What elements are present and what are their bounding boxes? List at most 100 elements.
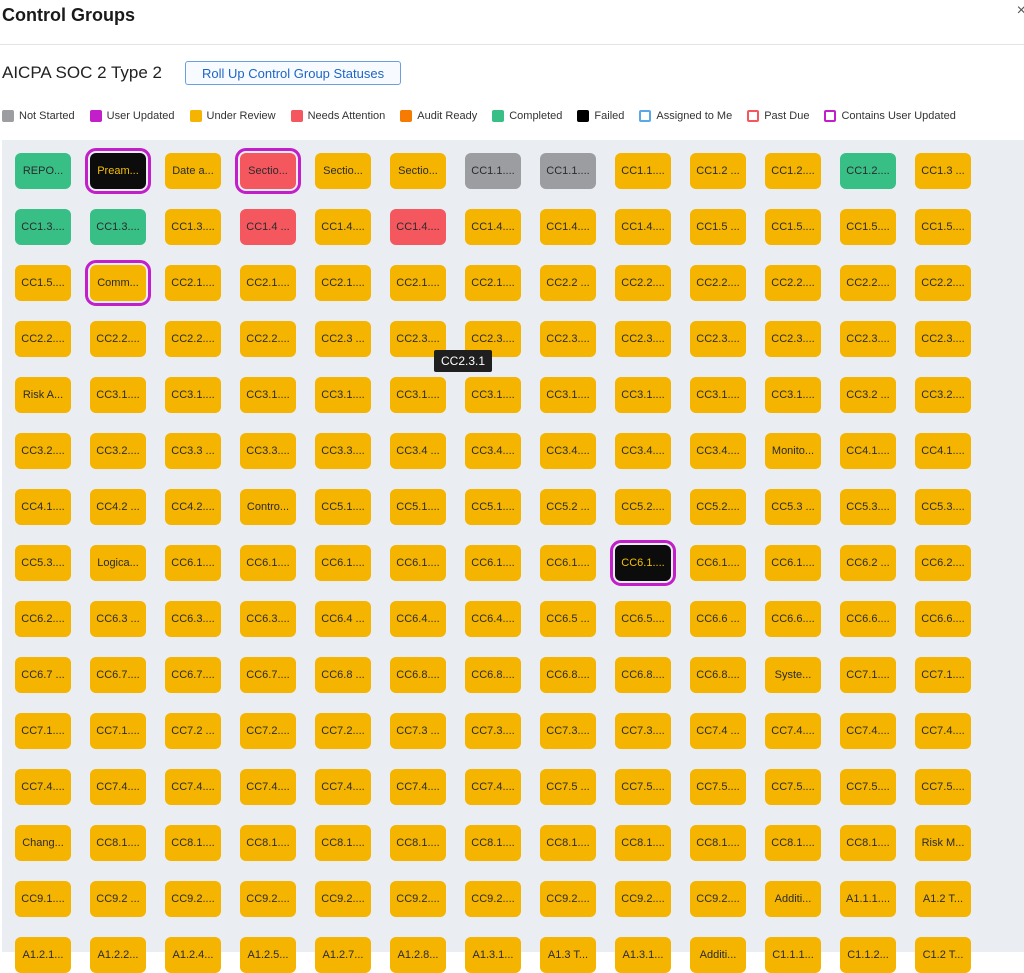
control-group-tile[interactable]: CC8.1....: [690, 825, 746, 861]
control-group-tile[interactable]: CC2.2....: [690, 265, 746, 301]
control-group-tile[interactable]: CC1.3 ...: [915, 153, 971, 189]
control-group-tile[interactable]: CC3.1....: [540, 377, 596, 413]
control-group-tile[interactable]: CC7.4....: [315, 769, 371, 805]
control-group-tile[interactable]: CC7.4....: [915, 713, 971, 749]
control-group-tile[interactable]: CC6.1....: [390, 545, 446, 581]
control-group-tile[interactable]: CC2.1....: [165, 265, 221, 301]
control-group-tile[interactable]: CC6.2 ...: [840, 545, 896, 581]
close-icon[interactable]: ×: [1017, 2, 1024, 20]
control-group-tile[interactable]: CC1.5....: [15, 265, 71, 301]
roll-up-statuses-button[interactable]: Roll Up Control Group Statuses: [185, 61, 402, 85]
control-group-tile[interactable]: Comm...: [85, 260, 151, 306]
control-group-tile[interactable]: Sectio...: [235, 148, 301, 194]
control-group-tile[interactable]: CC3.1....: [615, 377, 671, 413]
control-group-tile[interactable]: CC3.1....: [240, 377, 296, 413]
control-group-tile[interactable]: CC2.2....: [915, 265, 971, 301]
control-group-tile[interactable]: CC3.1....: [315, 377, 371, 413]
control-group-tile[interactable]: A1.2.5...: [240, 937, 296, 973]
control-group-tile[interactable]: CC7.5 ...: [540, 769, 596, 805]
control-group-tile[interactable]: CC5.3....: [15, 545, 71, 581]
control-group-tile[interactable]: A1.3.1...: [615, 937, 671, 973]
control-group-tile[interactable]: CC6.1....: [610, 540, 676, 586]
control-group-tile[interactable]: CC6.7....: [240, 657, 296, 693]
control-group-tile[interactable]: CC8.1....: [465, 825, 521, 861]
control-group-tile[interactable]: CC2.2....: [615, 265, 671, 301]
control-group-tile[interactable]: CC9.2....: [240, 881, 296, 917]
control-group-tile[interactable]: CC9.2....: [465, 881, 521, 917]
control-group-tile[interactable]: CC1.5....: [840, 209, 896, 245]
control-group-tile[interactable]: CC6.3....: [165, 601, 221, 637]
control-group-tile[interactable]: CC6.8....: [465, 657, 521, 693]
control-group-tile[interactable]: Sectio...: [315, 153, 371, 189]
control-group-tile[interactable]: CC2.3....: [690, 321, 746, 357]
control-group-tile[interactable]: CC2.1....: [240, 265, 296, 301]
control-group-tile[interactable]: CC7.4....: [390, 769, 446, 805]
control-group-tile[interactable]: Date a...: [165, 153, 221, 189]
control-group-tile[interactable]: CC6.6 ...: [690, 601, 746, 637]
control-group-tile[interactable]: CC2.2 ...: [540, 265, 596, 301]
control-group-tile[interactable]: CC1.2 ...: [690, 153, 746, 189]
control-group-tile[interactable]: CC8.1....: [840, 825, 896, 861]
control-group-tile[interactable]: CC6.1....: [315, 545, 371, 581]
control-group-tile[interactable]: CC6.8....: [615, 657, 671, 693]
control-group-tile[interactable]: CC2.1....: [465, 265, 521, 301]
control-group-tile[interactable]: CC5.3....: [915, 489, 971, 525]
control-group-tile[interactable]: CC6.5....: [615, 601, 671, 637]
control-group-tile[interactable]: Contro...: [240, 489, 296, 525]
control-group-tile[interactable]: CC6.1....: [465, 545, 521, 581]
control-group-tile[interactable]: CC3.2 ...: [840, 377, 896, 413]
control-group-tile[interactable]: C1.1.1...: [765, 937, 821, 973]
control-group-tile[interactable]: CC3.4 ...: [390, 433, 446, 469]
control-group-tile[interactable]: CC6.7....: [90, 657, 146, 693]
control-group-tile[interactable]: CC3.4....: [465, 433, 521, 469]
control-group-tile[interactable]: CC2.2....: [165, 321, 221, 357]
control-group-tile[interactable]: CC3.4....: [690, 433, 746, 469]
control-group-tile[interactable]: CC5.2 ...: [540, 489, 596, 525]
control-group-tile[interactable]: CC5.1....: [465, 489, 521, 525]
control-group-tile[interactable]: CC5.2....: [690, 489, 746, 525]
control-group-tile[interactable]: CC4.1....: [15, 489, 71, 525]
control-group-tile[interactable]: CC2.3....: [765, 321, 821, 357]
control-group-tile[interactable]: CC8.1....: [315, 825, 371, 861]
control-group-tile[interactable]: Syste...: [765, 657, 821, 693]
control-group-tile[interactable]: CC1.5 ...: [690, 209, 746, 245]
control-group-tile[interactable]: CC3.1....: [165, 377, 221, 413]
control-group-tile[interactable]: CC2.2....: [840, 265, 896, 301]
control-group-tile[interactable]: A1.1.1....: [840, 881, 896, 917]
control-group-tile[interactable]: A1.2.8...: [390, 937, 446, 973]
control-group-tile[interactable]: CC7.5....: [915, 769, 971, 805]
control-group-tile[interactable]: CC6.3 ...: [90, 601, 146, 637]
control-group-tile[interactable]: CC6.8 ...: [315, 657, 371, 693]
control-group-tile[interactable]: CC1.5....: [765, 209, 821, 245]
control-group-tile[interactable]: CC2.3....: [540, 321, 596, 357]
control-group-tile[interactable]: CC7.5....: [615, 769, 671, 805]
control-group-tile[interactable]: CC7.4 ...: [690, 713, 746, 749]
control-group-tile[interactable]: CC2.1....: [390, 265, 446, 301]
control-group-tile[interactable]: CC1.4....: [315, 209, 371, 245]
control-group-tile[interactable]: CC6.8....: [390, 657, 446, 693]
control-group-tile[interactable]: CC3.3 ...: [165, 433, 221, 469]
control-group-tile[interactable]: A1.2.1...: [15, 937, 71, 973]
control-group-tile[interactable]: Sectio...: [390, 153, 446, 189]
control-group-tile[interactable]: CC1.3....: [90, 209, 146, 245]
control-group-tile[interactable]: A1.2.2...: [90, 937, 146, 973]
control-group-tile[interactable]: CC1.3....: [15, 209, 71, 245]
control-group-tile[interactable]: CC6.1....: [165, 545, 221, 581]
control-group-tile[interactable]: CC6.6....: [765, 601, 821, 637]
control-group-tile[interactable]: A1.2 T...: [915, 881, 971, 917]
control-group-tile[interactable]: CC1.4....: [465, 209, 521, 245]
control-group-tile[interactable]: CC3.2....: [915, 377, 971, 413]
control-group-tile[interactable]: CC2.3....: [840, 321, 896, 357]
control-group-tile[interactable]: CC3.4....: [615, 433, 671, 469]
control-group-tile[interactable]: A1.3.1...: [465, 937, 521, 973]
control-group-tile[interactable]: CC7.3....: [540, 713, 596, 749]
control-group-tile[interactable]: CC9.1....: [15, 881, 71, 917]
control-group-tile[interactable]: CC6.3....: [240, 601, 296, 637]
control-group-tile[interactable]: CC6.6....: [915, 601, 971, 637]
control-group-tile[interactable]: CC1.2....: [840, 153, 896, 189]
control-group-tile[interactable]: CC6.7 ...: [15, 657, 71, 693]
control-group-tile[interactable]: CC6.1....: [240, 545, 296, 581]
control-group-tile[interactable]: CC1.4 ...: [240, 209, 296, 245]
control-group-tile[interactable]: CC1.3....: [165, 209, 221, 245]
control-group-tile[interactable]: Monito...: [765, 433, 821, 469]
